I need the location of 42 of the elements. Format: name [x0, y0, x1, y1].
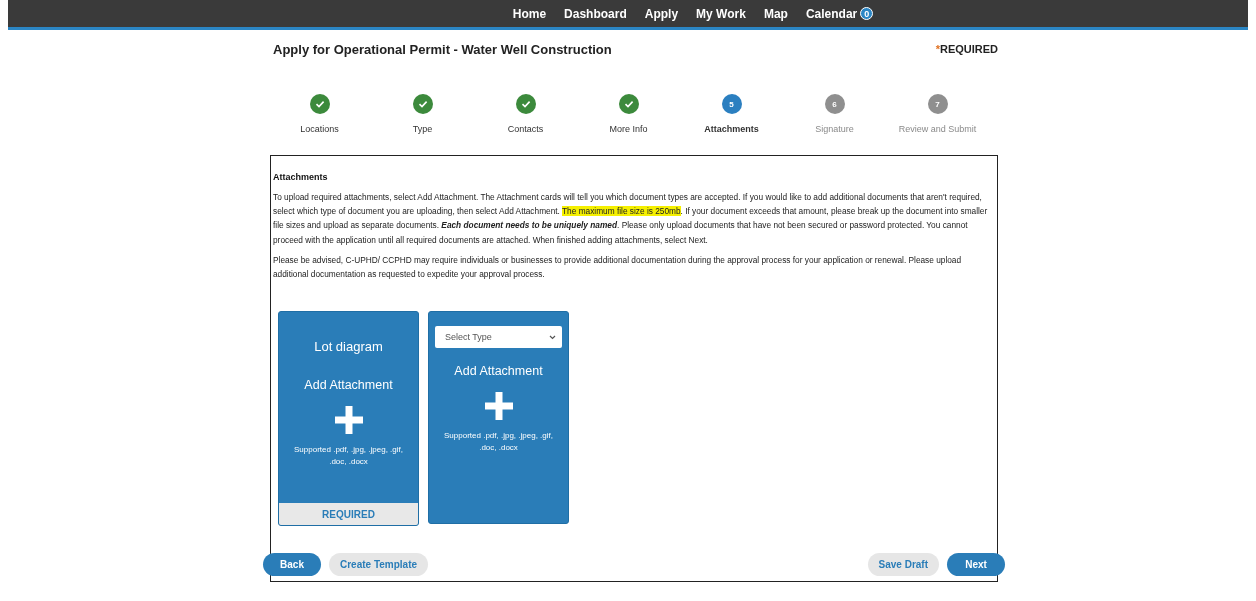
section-heading: Attachments [273, 172, 329, 182]
nav-link[interactable]: Calendar 0 [805, 6, 874, 21]
add-button[interactable] [332, 404, 365, 437]
plus-icon [332, 404, 365, 437]
required-note: *REQUIRED [935, 43, 998, 55]
check-icon [417, 99, 428, 109]
secondary-button[interactable]: Save Draft [867, 552, 939, 576]
step-label: Attachments [704, 124, 759, 134]
add-attachment-label: Add Attachment [454, 364, 543, 379]
nav-link[interactable]: Apply [644, 6, 679, 21]
add-attachment-label: Add Attachment [304, 378, 393, 393]
chevron-icon [549, 334, 556, 340]
nav-link[interactable]: My Work [696, 6, 746, 21]
add-button[interactable] [482, 390, 515, 423]
step-label: Contacts [507, 124, 544, 134]
secondary-button[interactable]: Create Template [329, 552, 429, 576]
nav-link[interactable]: Dashboard [564, 6, 627, 21]
count-badge: 0 [860, 7, 874, 20]
instruction-text: To upload required attachments, select Add Attachment. The Attachment cards will tell you which document types are accepted. If you would like to add additional documents that aren't required, select which type of document you are uploading, then select Add Attachment. The maximum file size is 250mb. If your document exceeds that amount, please break up the document into smaller file sizes and upload as separate documents. Each document needs to be uniquely named. Please only upload documents that have not been secured or password protected. You cannot proceed with the application until all required documents are attached. When finished adding attachments, select Next. [273, 191, 989, 247]
step-label: Type [412, 124, 433, 134]
page-title: Apply for Operational Permit - Water Well Construction [273, 41, 612, 57]
supported-types: Supported .pdf, .jpg, .jpeg, .gif, .doc, .docx [293, 444, 404, 469]
plus-icon [482, 390, 515, 423]
nav-link[interactable]: Map [763, 6, 788, 21]
step-label: Signature [815, 124, 854, 134]
step-marker: 7 [927, 94, 948, 114]
nav-button[interactable]: Back [263, 552, 321, 576]
step-label: Locations [300, 124, 339, 134]
step-label: Review and Submit [898, 124, 977, 134]
step-label: More Info [609, 124, 648, 134]
document-type: Lot diagram [314, 339, 383, 355]
required-label: REQUIRED [279, 503, 418, 526]
nav-button[interactable]: Next [947, 552, 1005, 576]
nav-link[interactable]: Home [512, 6, 547, 21]
instruction-text: Please be advised, C-UPHD/ CCPHD may require individuals or businesses to provide additional documentation during the approval process for your application or renewal. Please upload additional documentation as requested to expedite your approval process. [273, 253, 963, 281]
check-icon [520, 99, 531, 109]
check-icon [314, 99, 325, 109]
step-marker: 6 [824, 94, 845, 114]
check-icon [623, 99, 634, 109]
supported-types: Supported .pdf, .jpg, .jpeg, .gif, .doc, .docx [443, 430, 554, 455]
type-select[interactable]: Select Type [435, 326, 562, 349]
step-marker: 5 [721, 94, 742, 114]
